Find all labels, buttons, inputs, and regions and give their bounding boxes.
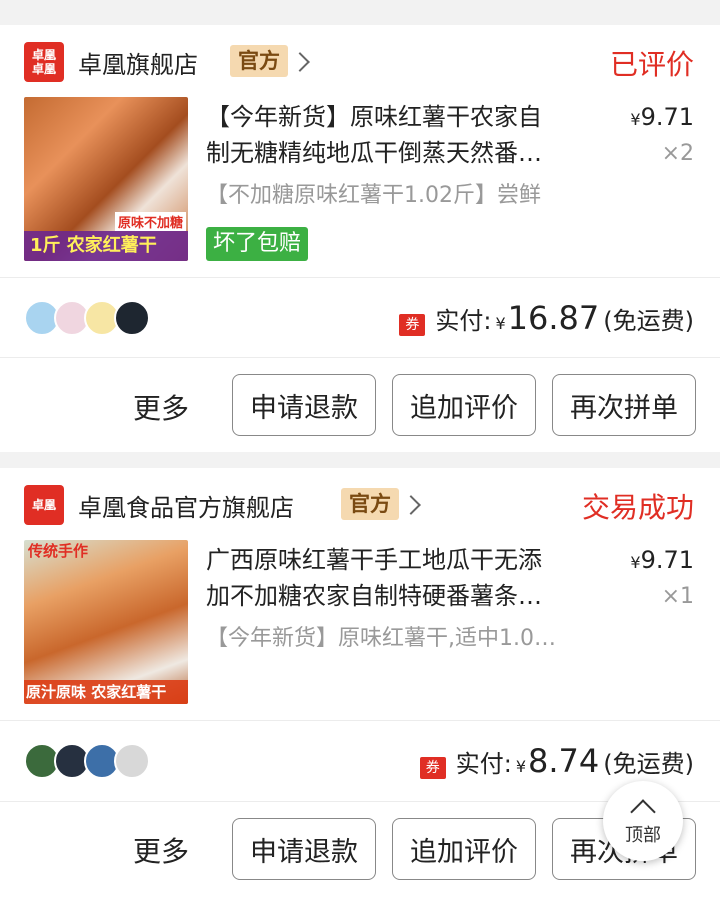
shipping-note: (免运费) (603, 750, 694, 778)
paid-summary: 券 实付: ¥ 8.74 (免运费) (419, 742, 694, 780)
official-tag: 官方 (341, 488, 399, 520)
group-avatars[interactable] (24, 300, 150, 336)
product-title-line: 加不加糖农家自制特硬番薯条… (206, 582, 542, 610)
paid-amount: 8.74 (528, 742, 600, 780)
shop-logo[interactable]: 卓凰 (24, 485, 64, 525)
avatar (114, 743, 150, 779)
coupon-icon: 券 (419, 757, 446, 779)
avatar (114, 300, 150, 336)
price-value: 9.71 (640, 546, 694, 574)
paid-label: 实付: (435, 307, 492, 335)
refund-button[interactable]: 申请退款 (232, 818, 376, 880)
shop-logo-text: 卓凰 卓凰 (31, 48, 56, 76)
paid-amount: 16.87 (507, 299, 600, 337)
price-currency: ¥ (630, 110, 641, 129)
thumb-caption: 原汁原味 农家红薯干 (24, 680, 188, 704)
thumb-caption: 1斤 农家红薯干 (24, 231, 188, 261)
product-title[interactable]: 【今年新货】原味红薯干农家自 制无糖精纯地瓜干倒蒸天然番… (206, 99, 601, 171)
paid-currency: ¥ (515, 757, 527, 776)
guarantee-tag: 坏了包赔 (206, 227, 309, 261)
product-thumbnail[interactable]: 原味不加糖 1斤 农家红薯干 (24, 97, 188, 261)
divider (0, 720, 720, 721)
official-tag: 官方 (230, 45, 288, 77)
product-title-line: 制无糖精纯地瓜干倒蒸天然番… (206, 139, 542, 167)
paid-currency: ¥ (495, 314, 506, 333)
more-button[interactable]: 更多 (133, 830, 189, 870)
paid-label: 实付: (455, 750, 512, 778)
reorder-button[interactable]: 再次拼单 (552, 374, 696, 436)
paid-summary: 券 实付: ¥ 16.87 (免运费) (399, 299, 694, 337)
coupon-icon: 券 (399, 314, 426, 336)
product-title-line: 广西原味红薯干手工地瓜干无添 (206, 546, 542, 574)
product-thumbnail[interactable]: 传统手作 原汁原味 农家红薯干 (24, 540, 188, 704)
product-price: ¥9.71 (630, 546, 694, 574)
product-title-line: 【今年新货】原味红薯干农家自 (206, 103, 542, 131)
chevron-right-icon[interactable] (290, 52, 310, 72)
refund-button[interactable]: 申请退款 (232, 374, 376, 436)
thumb-corner-label: 原味不加糖 (114, 212, 186, 231)
product-title[interactable]: 广西原味红薯干手工地瓜干无添 加不加糖农家自制特硬番薯条… (206, 542, 601, 614)
shipping-note: (免运费) (603, 307, 694, 335)
shop-name[interactable]: 卓凰旗舰店 (78, 45, 198, 80)
more-button[interactable]: 更多 (133, 387, 189, 427)
add-review-button[interactable]: 追加评价 (392, 818, 536, 880)
price-value: 9.71 (640, 103, 694, 131)
order-status: 交易成功 (581, 491, 694, 524)
shop-logo-text: 卓凰 (31, 498, 56, 512)
back-to-top-button[interactable]: 顶部 (603, 781, 683, 861)
group-avatars[interactable] (24, 743, 150, 779)
order-status: 已评价 (609, 48, 694, 81)
product-quantity: ×1 (661, 584, 694, 609)
chevron-right-icon[interactable] (401, 495, 421, 515)
divider (0, 357, 720, 358)
product-quantity: ×2 (661, 141, 694, 166)
product-spec: 【不加糖原味红薯干1.02斤】尝鲜 (206, 183, 541, 208)
shop-logo[interactable]: 卓凰 卓凰 (24, 42, 64, 82)
thumb-top-label: 传统手作 (28, 542, 89, 560)
divider (0, 277, 720, 278)
order-card: 卓凰 卓凰 卓凰旗舰店 官方 已评价 原味不加糖 1斤 农家红薯干 【今年新货】… (0, 25, 720, 452)
product-price: ¥9.71 (630, 103, 694, 131)
price-currency: ¥ (630, 553, 641, 572)
shop-name[interactable]: 卓凰食品官方旗舰店 (78, 488, 294, 523)
back-to-top-label: 顶部 (625, 825, 661, 846)
product-spec: 【今年新货】原味红薯干,适中1.0… (206, 626, 556, 651)
add-review-button[interactable]: 追加评价 (392, 374, 536, 436)
